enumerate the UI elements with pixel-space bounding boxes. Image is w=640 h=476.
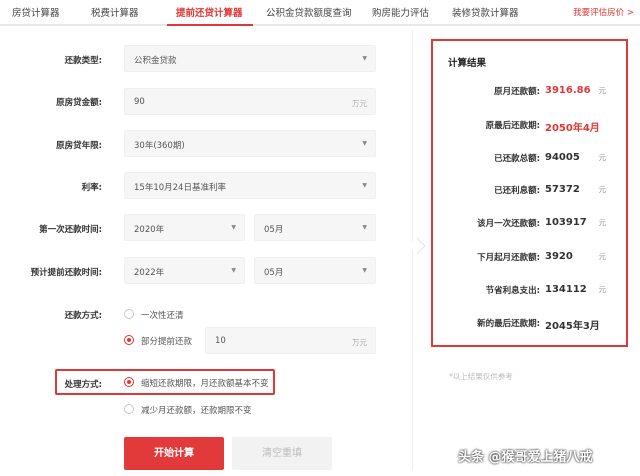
result-label: 原最后还款期:: [485, 121, 540, 131]
result-value: 134112: [545, 284, 587, 295]
tab-purchase-ability[interactable]: 购房能力评估: [372, 5, 429, 19]
partial-amount-unit: 万元: [352, 338, 367, 347]
tab-mortgage-calculator[interactable]: 房贷计算器: [12, 5, 60, 19]
active-tab-underline: [167, 24, 253, 26]
result-value: 2045年3月: [545, 321, 600, 332]
calculator-tabs: 房贷计算器 税费计算器 提前还贷计算器 公积金贷款额度查询 购房能力评估 装修贷…: [0, 0, 640, 26]
repay-full-radio[interactable]: [124, 309, 134, 319]
prepay-time-label: 预计提前还款时间:: [30, 268, 102, 278]
result-label: 下月起月还款额:: [477, 253, 540, 263]
loan-type-select[interactable]: 公积金贷款 ▼: [124, 45, 376, 72]
caret-down-icon: ▼: [362, 224, 367, 231]
prepay-year-value: 2022年: [134, 268, 165, 278]
result-label: 已还款总额:: [494, 154, 540, 164]
caret-down-icon: ▼: [362, 55, 367, 62]
first-payment-month-select[interactable]: 05月 ▼: [254, 214, 376, 241]
result-row: 已还利息额: 57372 元: [433, 184, 626, 200]
handling-reduce-label: 减少月还款额，还款期限不变: [141, 406, 252, 416]
first-payment-label: 第一次还款时间:: [39, 225, 102, 235]
results-panel: 计算结果 原月还款额: 3916.86 元 原最后还款期: 2050年4月 已还…: [431, 39, 628, 347]
loan-years-value: 30年(360期): [134, 141, 185, 151]
result-row: 已还款总额: 94005 元: [433, 152, 626, 168]
result-row: 原最后还款期: 2050年4月: [433, 119, 626, 135]
loan-years-select[interactable]: 30年(360期) ▼: [124, 130, 376, 157]
rate-select[interactable]: 15年10月24日基准利率 ▼: [124, 172, 376, 199]
first-payment-month-value: 05月: [264, 225, 284, 235]
caret-down-icon: ▼: [362, 182, 367, 189]
results-title: 计算结果: [448, 58, 487, 69]
result-value: 103917: [545, 217, 587, 228]
prepay-month-value: 05月: [264, 268, 284, 278]
repay-full-label: 一次性还清: [141, 311, 184, 321]
result-row: 该月一次还款额: 103917 元: [433, 217, 626, 233]
loan-amount-label: 原房贷金额:: [56, 98, 102, 108]
result-value: 94005: [545, 152, 580, 163]
repay-partial-radio[interactable]: [124, 335, 134, 345]
result-row: 原月还款额: 3916.86 元: [433, 85, 626, 101]
tab-fund-quota-query[interactable]: 公积金贷款额度查询: [266, 5, 352, 19]
caret-down-icon: ▼: [231, 224, 236, 231]
first-payment-year-select[interactable]: 2020年 ▼: [124, 214, 245, 241]
rate-value: 15年10月24日基准利率: [134, 183, 226, 193]
tab-tax-calculator[interactable]: 税费计算器: [91, 5, 139, 19]
result-row: 新的最后还款期: 2045年3月: [433, 317, 626, 333]
result-label: 原月还款额:: [494, 87, 540, 97]
caret-down-icon: ▼: [231, 267, 236, 274]
result-value: 3916.86: [545, 85, 591, 96]
prepay-month-select[interactable]: 05月 ▼: [254, 257, 376, 284]
result-label: 新的最后还款期:: [477, 319, 540, 329]
result-label: 已还利息额:: [494, 186, 540, 196]
result-unit: 元: [598, 86, 607, 95]
handling-reduce-radio[interactable]: [124, 404, 134, 414]
watermark: 头条 @猴哥爱上猪八戒: [458, 450, 593, 465]
result-unit: 元: [598, 285, 607, 294]
disclaimer-note: *以上结果仅供参考: [449, 372, 513, 381]
loan-amount-input[interactable]: 90 万元: [124, 88, 376, 115]
prepay-year-select[interactable]: 2022年 ▼: [124, 257, 245, 284]
result-value: 2050年4月: [545, 123, 600, 134]
result-row: 下月起月还款额: 3920 元: [433, 251, 626, 267]
calculate-button[interactable]: 开始计算: [124, 437, 224, 470]
partial-amount-value: 10: [215, 336, 226, 346]
repay-partial-label: 部分提前还款: [141, 337, 193, 347]
evaluate-price-link[interactable]: 我要评估房价 >: [573, 6, 634, 18]
repay-method-label: 还款方式:: [64, 311, 102, 321]
loan-amount-unit: 万元: [352, 99, 367, 108]
result-unit: 元: [598, 185, 607, 194]
result-unit: 元: [598, 218, 607, 227]
caret-down-icon: ▼: [362, 140, 367, 147]
tab-prepayment-calculator[interactable]: 提前还贷计算器: [176, 5, 243, 19]
result-label: 该月一次还款额:: [477, 219, 540, 229]
result-row: 节省利息支出: 134112 元: [433, 284, 626, 300]
result-value: 57372: [545, 184, 580, 195]
handling-shorten-label: 缩短还款期限，月还款额基本不变: [141, 379, 269, 389]
loan-amount-value: 90: [134, 97, 145, 107]
result-unit: 元: [598, 252, 607, 261]
handling-label: 处理方式:: [64, 380, 102, 390]
tab-renovation-loan[interactable]: 装修贷款计算器: [452, 5, 519, 19]
result-value: 3920: [545, 251, 573, 262]
rate-label: 利率:: [81, 183, 102, 193]
handling-shorten-radio[interactable]: [124, 377, 134, 387]
loan-type-label: 还款类型:: [64, 56, 102, 66]
first-payment-year-value: 2020年: [134, 225, 165, 235]
result-label: 节省利息支出:: [485, 286, 540, 296]
caret-down-icon: ▼: [362, 267, 367, 274]
loan-type-value: 公积金贷款: [134, 56, 177, 66]
clear-button[interactable]: 清空重填: [232, 437, 332, 470]
result-unit: 元: [598, 153, 607, 162]
loan-years-label: 原房贷年限:: [56, 141, 102, 151]
partial-amount-input[interactable]: 10 万元: [205, 327, 376, 354]
